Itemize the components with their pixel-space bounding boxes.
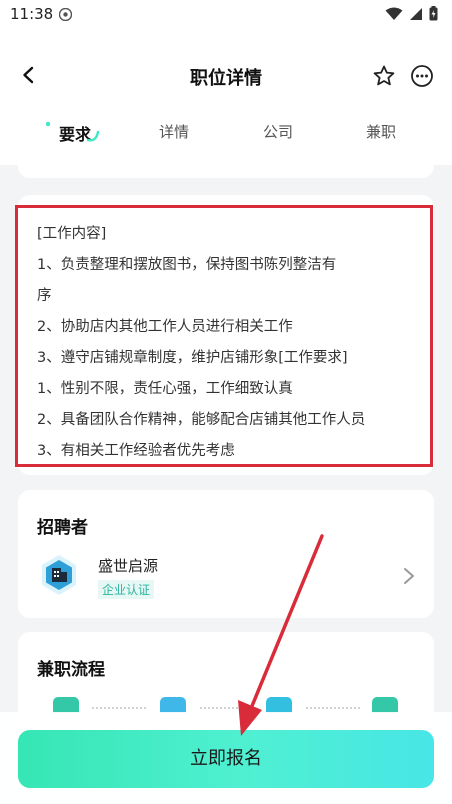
info-card-partial bbox=[18, 148, 434, 178]
apply-button[interactable]: 立即报名 bbox=[18, 730, 434, 788]
description-line: 2、协助店内其他工作人员进行相关工作 bbox=[37, 319, 293, 335]
header: 职位详情 要求 详情 公司 兼职 bbox=[0, 30, 452, 165]
description-line: 3、有相关工作经验者优先考虑 bbox=[37, 443, 235, 459]
description-line: 1、性别不限，责任心强，工作细致认真 bbox=[37, 381, 293, 397]
battery-icon bbox=[429, 6, 438, 21]
status-time: 11:38 bbox=[10, 5, 54, 23]
tab-active-indicator bbox=[45, 121, 100, 142]
more-button[interactable] bbox=[410, 64, 434, 88]
process-step-icon bbox=[160, 697, 186, 713]
description-line: 3、遵守店铺规章制度，维护店铺形象[工作要求] bbox=[37, 350, 348, 366]
tab-company[interactable]: 公司 bbox=[243, 121, 313, 142]
process-connector bbox=[200, 707, 254, 709]
status-icons bbox=[385, 6, 438, 21]
chevron-right-icon[interactable] bbox=[402, 566, 416, 586]
wifi-icon bbox=[385, 7, 403, 20]
process-step-icon bbox=[372, 697, 398, 713]
process-step-icon bbox=[53, 697, 79, 713]
tab-bar: 要求 详情 公司 兼职 bbox=[0, 118, 452, 148]
favorite-button[interactable] bbox=[372, 64, 396, 88]
tab-details[interactable]: 详情 bbox=[139, 121, 209, 142]
company-name: 盛世启源 bbox=[98, 557, 159, 575]
description-line: 2、具备团队合作精神，能够配合店铺其他工作人员 bbox=[37, 412, 366, 428]
process-step-icon bbox=[266, 697, 292, 713]
process-connector bbox=[92, 707, 146, 709]
description-line: 1、负责整理和摆放图书，保持图书陈列整洁有 bbox=[37, 257, 337, 273]
tab-part-time[interactable]: 兼职 bbox=[346, 121, 416, 142]
process-connector bbox=[306, 707, 360, 709]
verification-badge: 企业认证 bbox=[98, 580, 155, 599]
recruiter-title: 招聘者 bbox=[37, 518, 88, 538]
status-bar: 11:38 bbox=[0, 0, 452, 30]
building-icon bbox=[42, 555, 76, 595]
signal-icon bbox=[410, 7, 422, 20]
description-line: 序 bbox=[37, 288, 52, 304]
shield-icon bbox=[59, 8, 72, 21]
description-line: [工作内容] bbox=[37, 226, 107, 242]
process-title: 兼职流程 bbox=[37, 660, 105, 680]
